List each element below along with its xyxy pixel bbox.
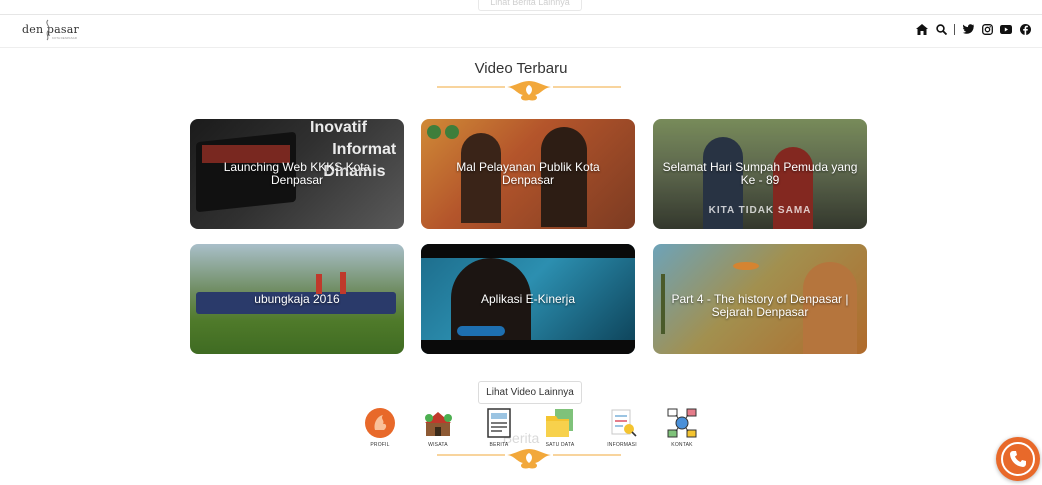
video-section-title: Video Terbaru — [474, 60, 568, 77]
video-caption: Aplikasi E-Kinerja — [480, 291, 576, 306]
video-card-4[interactable]: ubungkaja 2016 — [190, 244, 404, 354]
top-navbar: den pasar KOTA DENPASAR — [0, 14, 1042, 48]
dock-label: INFORMASI — [607, 442, 637, 448]
profile-icon — [365, 408, 395, 438]
video-caption: Part 4 - The history of Denpasar | Sejar… — [671, 292, 849, 319]
phone-icon — [1010, 451, 1026, 467]
quick-menu-dock: PROFIL WISATA BERITA SATU DATA INFORMASI… — [360, 406, 710, 452]
instagram-icon[interactable] — [981, 23, 993, 35]
logo-subtext: KOTA DENPASAR — [52, 36, 77, 40]
video-caption: ubungkaja 2016 — [254, 291, 340, 306]
information-icon — [611, 409, 637, 437]
home-icon[interactable] — [916, 23, 928, 35]
dock-label: BERITA — [489, 442, 509, 448]
ghost-more-news-button: Lihat Berita Lainnya — [478, 0, 582, 11]
dock-label: PROFIL — [370, 442, 390, 448]
dock-label: SATU DATA — [545, 442, 575, 448]
video-card-5[interactable]: Aplikasi E-Kinerja — [421, 244, 635, 354]
site-logo[interactable]: den pasar KOTA DENPASAR — [22, 19, 82, 43]
video-card-1[interactable]: Inovatif Informat Dinamis Launching Web … — [190, 119, 404, 229]
dock-item-berita[interactable]: BERITA — [479, 406, 519, 448]
call-button-ring — [1001, 442, 1035, 476]
call-button[interactable] — [996, 437, 1040, 481]
dock-item-kontak[interactable]: KONTAK — [662, 406, 702, 448]
video-card-2[interactable]: Mal Pelayanan Publik Kota Denpasar — [421, 119, 635, 229]
contact-icon — [667, 408, 697, 438]
video-caption: Launching Web KKKS Kota Denpasar — [223, 160, 371, 187]
twitter-icon[interactable] — [962, 23, 974, 35]
facebook-icon[interactable] — [1019, 23, 1031, 35]
video-card-3[interactable]: KITA TIDAK SAMA Selamat Hari Sumpah Pemu… — [653, 119, 867, 229]
dock-item-satu-data[interactable]: SATU DATA — [540, 406, 580, 448]
header-divider — [954, 23, 955, 35]
dock-label: WISATA — [428, 442, 448, 448]
search-icon[interactable] — [935, 23, 947, 35]
video-caption: Selamat Hari Sumpah Pemuda yang Ke - 89 — [662, 160, 858, 187]
tourism-icon — [425, 412, 452, 436]
dock-label: KONTAK — [671, 442, 693, 448]
data-folder-icon — [546, 409, 573, 437]
news-icon — [487, 408, 511, 438]
youtube-icon[interactable] — [1000, 23, 1012, 35]
dock-item-informasi[interactable]: INFORMASI — [602, 406, 642, 448]
dock-item-wisata[interactable]: WISATA — [418, 406, 458, 448]
dock-item-profil[interactable]: PROFIL — [360, 406, 400, 448]
logo-swirl-icon — [46, 19, 50, 41]
video-card-6[interactable]: Part 4 - The history of Denpasar | Sejar… — [653, 244, 867, 354]
more-videos-button[interactable]: Lihat Video Lainnya — [478, 381, 582, 404]
header-icon-group — [916, 23, 1031, 35]
video-caption: Mal Pelayanan Publik Kota Denpasar — [456, 160, 600, 187]
title-ornament-icon — [437, 81, 621, 101]
